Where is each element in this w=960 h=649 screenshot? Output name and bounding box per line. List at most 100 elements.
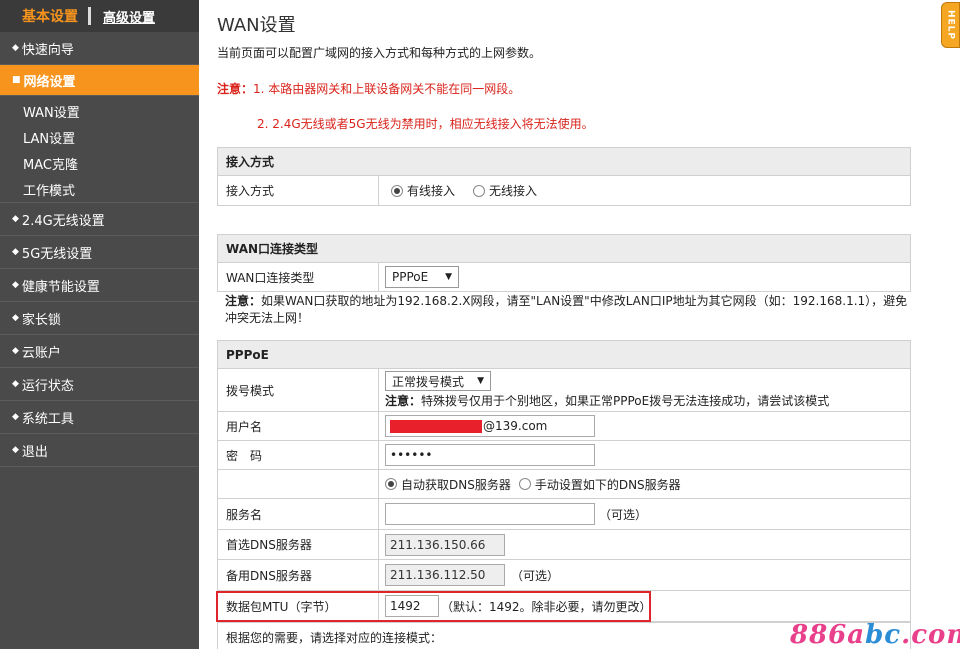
username-input[interactable]: @139.com — [385, 415, 595, 437]
wan-type-section: WAN口连接类型 WAN口连接类型 PPPoE ▼ — [217, 234, 911, 292]
radio-label: 手动设置如下的DNS服务器 — [534, 477, 681, 492]
sidebar-item-label: 5G无线设置 — [21, 246, 93, 262]
sidebar-tabs: 基本设置 高级设置 — [0, 0, 199, 32]
wan-type-header: WAN口连接类型 — [218, 235, 910, 263]
help-button[interactable]: HELP — [941, 2, 960, 48]
sidebar-item-label: 2.4G无线设置 — [21, 213, 105, 229]
sidebar-item-5g-wireless[interactable]: ◆ 5G无线设置 — [0, 236, 199, 269]
sidebar-item-logout[interactable]: ◆ 退出 — [0, 434, 199, 467]
sidebar-item-label: 网络设置 — [23, 74, 76, 90]
sidebar-item-label: 云账户 — [21, 345, 61, 361]
service-optional: （可选） — [599, 507, 648, 522]
sidebar-item-energy[interactable]: ◆ 健康节能设置 — [0, 269, 199, 302]
radio-label: 无线接入 — [489, 184, 538, 198]
pppoe-header: PPPoE — [218, 341, 910, 369]
service-input[interactable] — [385, 503, 595, 525]
radio-circle — [385, 478, 397, 490]
select-value: 正常拨号模式 — [392, 374, 465, 389]
bullet-icon: ◆ — [12, 346, 19, 356]
sidebar-item-quick-wizard[interactable]: ◆ 快速向导 — [0, 32, 199, 65]
bullet-icon: ◆ — [12, 445, 19, 455]
radio-wireless[interactable]: 无线接入 — [473, 182, 537, 199]
access-row: 接入方式 有线接入 无线接入 — [218, 176, 910, 205]
sidebar-item-label: 健康节能设置 — [21, 279, 100, 295]
bullet-icon: ◆ — [12, 379, 19, 389]
bullet-icon: ◆ — [12, 313, 19, 323]
radio-dns-manual[interactable]: 手动设置如下的DNS服务器 — [518, 476, 681, 493]
chevron-down-icon: ▼ — [477, 376, 484, 386]
tab-advanced-settings[interactable]: 高级设置 — [103, 7, 155, 26]
password-row: 密 码 •••••• — [218, 441, 910, 470]
radio-circle — [518, 478, 531, 490]
notice-prefix: 注意： — [217, 82, 254, 96]
bullet-icon: ■ — [12, 75, 21, 85]
dial-mode-row: 拨号模式 正常拨号模式 ▼ 注意：特殊拨号仅用于个别地区，如果正常PPPoE拨号无… — [218, 369, 910, 412]
sidebar-subitem-work-mode[interactable]: 工作模式 — [0, 176, 199, 202]
radio-circle — [391, 184, 403, 197]
sidebar-item-network[interactable]: ■ 网络设置 — [0, 65, 199, 96]
sidebar-subitem-wan[interactable]: WAN设置 — [0, 98, 199, 124]
dns2-input: 211.136.112.50 — [385, 564, 505, 586]
note-text: 如果WAN口获取的地址为192.168.2.X网段，请至"LAN设置"中修改LA… — [225, 294, 908, 325]
watermark: 886abc.com — [790, 620, 960, 649]
username-label: 用户名 — [218, 412, 379, 440]
mtu-highlight-box — [216, 591, 651, 622]
note-prefix: 注意： — [385, 394, 422, 408]
page-title: WAN设置 — [217, 15, 296, 36]
notice-1: 注意：1. 本路由器网关和上联设备网关不能在同一网段。 — [217, 80, 520, 97]
wan-type-note: 注意：如果WAN口获取的地址为192.168.2.X网段，请至"LAN设置"中修… — [225, 293, 915, 327]
access-options: 有线接入 无线接入 — [379, 176, 910, 205]
sidebar-subitem-lan[interactable]: LAN设置 — [0, 124, 199, 150]
sidebar-subitem-mac-clone[interactable]: MAC克隆 — [0, 150, 199, 176]
bullet-icon: ◆ — [12, 247, 19, 257]
sidebar-item-label: 退出 — [21, 444, 48, 460]
wan-type-value: PPPoE ▼ — [379, 263, 910, 291]
tab-basic-settings[interactable]: 基本设置 — [22, 6, 78, 26]
connection-mode-hint: 根据您的需要，请选择对应的连接模式： — [226, 631, 443, 645]
watermark-part: 886a — [790, 620, 866, 649]
access-header: 接入方式 — [218, 148, 910, 176]
network-submenu: WAN设置 LAN设置 MAC克隆 工作模式 — [0, 96, 199, 203]
wan-type-select[interactable]: PPPoE ▼ — [385, 266, 459, 288]
main-content: WAN设置 HELP 当前页面可以配置广域网的接入方式和每种方式的上网参数。 注… — [199, 0, 960, 649]
sidebar-item-label: 家长锁 — [21, 312, 61, 328]
sidebar-item-parental[interactable]: ◆ 家长锁 — [0, 302, 199, 335]
radio-dns-auto[interactable]: 自动获取DNS服务器 — [385, 476, 511, 493]
dns1-row: 首选DNS服务器 211.136.150.66 — [218, 530, 910, 560]
username-row: 用户名 @139.com — [218, 412, 910, 441]
dns2-label: 备用DNS服务器 — [218, 560, 379, 590]
wan-type-label: WAN口连接类型 — [218, 263, 379, 291]
dns2-value: 211.136.112.50 （可选） — [379, 560, 910, 590]
radio-label: 自动获取DNS服务器 — [401, 477, 511, 492]
service-label: 服务名 — [218, 499, 379, 529]
radio-circle — [473, 184, 486, 197]
dial-mode-select[interactable]: 正常拨号模式 ▼ — [385, 371, 491, 391]
notice-1-text: 1. 本路由器网关和上联设备网关不能在同一网段。 — [253, 82, 521, 96]
sidebar-item-label: 运行状态 — [21, 378, 74, 394]
service-value: （可选） — [379, 499, 910, 529]
bullet-icon: ◆ — [12, 214, 19, 224]
dial-mode-label: 拨号模式 — [218, 369, 379, 411]
password-label: 密 码 — [218, 441, 379, 469]
dns-mode-options: 自动获取DNS服务器 手动设置如下的DNS服务器 — [379, 470, 910, 498]
sidebar-item-label: 系统工具 — [21, 411, 74, 427]
dial-mode-value: 正常拨号模式 ▼ 注意：特殊拨号仅用于个别地区，如果正常PPPoE拨号无法连接成功… — [379, 369, 910, 411]
sidebar-item-label: 快速向导 — [21, 42, 74, 58]
note-prefix: 注意： — [225, 294, 262, 308]
bullet-icon: ◆ — [12, 412, 19, 422]
wan-type-row: WAN口连接类型 PPPoE ▼ — [218, 263, 910, 291]
redaction-mark — [390, 419, 482, 433]
watermark-part: bc — [865, 620, 902, 649]
dns2-optional: （可选） — [511, 568, 560, 583]
bullet-icon: ◆ — [12, 43, 19, 53]
bullet-icon: ◆ — [12, 280, 19, 290]
password-input[interactable]: •••••• — [385, 444, 595, 466]
watermark-part: .com — [901, 620, 960, 649]
dns-mode-label — [218, 470, 379, 498]
sidebar-item-24g-wireless[interactable]: ◆ 2.4G无线设置 — [0, 203, 199, 236]
sidebar-item-cloud[interactable]: ◆ 云账户 — [0, 335, 199, 368]
page-description: 当前页面可以配置广域网的接入方式和每种方式的上网参数。 — [217, 46, 542, 60]
radio-wired[interactable]: 有线接入 — [391, 182, 455, 199]
sidebar-item-status[interactable]: ◆ 运行状态 — [0, 368, 199, 401]
sidebar-item-tools[interactable]: ◆ 系统工具 — [0, 401, 199, 434]
